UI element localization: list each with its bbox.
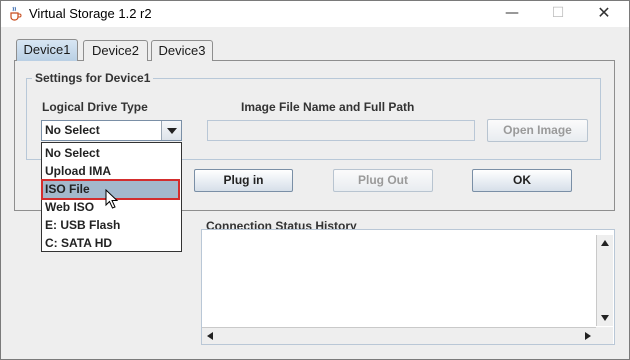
tab-device2[interactable]: Device2	[83, 40, 148, 61]
title-bar[interactable]: Virtual Storage 1.2 r2 — ☐ ✕	[1, 1, 629, 27]
vertical-scrollbar[interactable]	[596, 235, 613, 326]
minimize-button[interactable]: —	[489, 1, 535, 27]
scroll-corner	[596, 327, 613, 344]
close-button[interactable]: ✕	[581, 1, 627, 27]
window-title: Virtual Storage 1.2 r2	[29, 6, 152, 21]
image-path-field[interactable]	[207, 120, 475, 141]
close-icon: ✕	[597, 3, 611, 22]
drive-type-value: No Select	[45, 123, 100, 137]
plug-in-button[interactable]: Plug in	[194, 169, 293, 192]
scroll-down-icon[interactable]	[601, 315, 609, 321]
option-no-select[interactable]: No Select	[43, 144, 180, 162]
image-path-label: Image File Name and Full Path	[241, 100, 415, 114]
scroll-right-icon[interactable]	[585, 332, 591, 340]
mouse-pointer-icon	[105, 189, 119, 209]
scroll-up-icon[interactable]	[601, 240, 609, 246]
maximize-icon: ☐	[551, 5, 565, 21]
drive-type-label: Logical Drive Type	[42, 100, 148, 114]
app-window: Virtual Storage 1.2 r2 — ☐ ✕ Device1 Dev…	[0, 0, 630, 360]
open-image-button[interactable]: Open Image	[487, 119, 588, 142]
minimize-icon: —	[505, 5, 519, 21]
option-upload-ima[interactable]: Upload IMA	[43, 162, 180, 180]
plug-out-button[interactable]: Plug Out	[333, 169, 433, 192]
scroll-left-icon[interactable]	[207, 332, 213, 340]
option-sata-hd[interactable]: C: SATA HD	[43, 234, 180, 252]
horizontal-scrollbar[interactable]	[202, 327, 596, 344]
java-cup-icon	[10, 6, 22, 21]
chevron-down-icon[interactable]	[161, 121, 181, 140]
tab-device3[interactable]: Device3	[151, 40, 213, 61]
drive-type-select[interactable]: No Select	[41, 120, 182, 141]
maximize-button[interactable]: ☐	[535, 1, 581, 27]
ok-button[interactable]: OK	[472, 169, 572, 192]
tab-device1[interactable]: Device1	[16, 39, 78, 61]
option-usb-flash[interactable]: E: USB Flash	[43, 216, 180, 234]
settings-legend: Settings for Device1	[32, 71, 154, 85]
